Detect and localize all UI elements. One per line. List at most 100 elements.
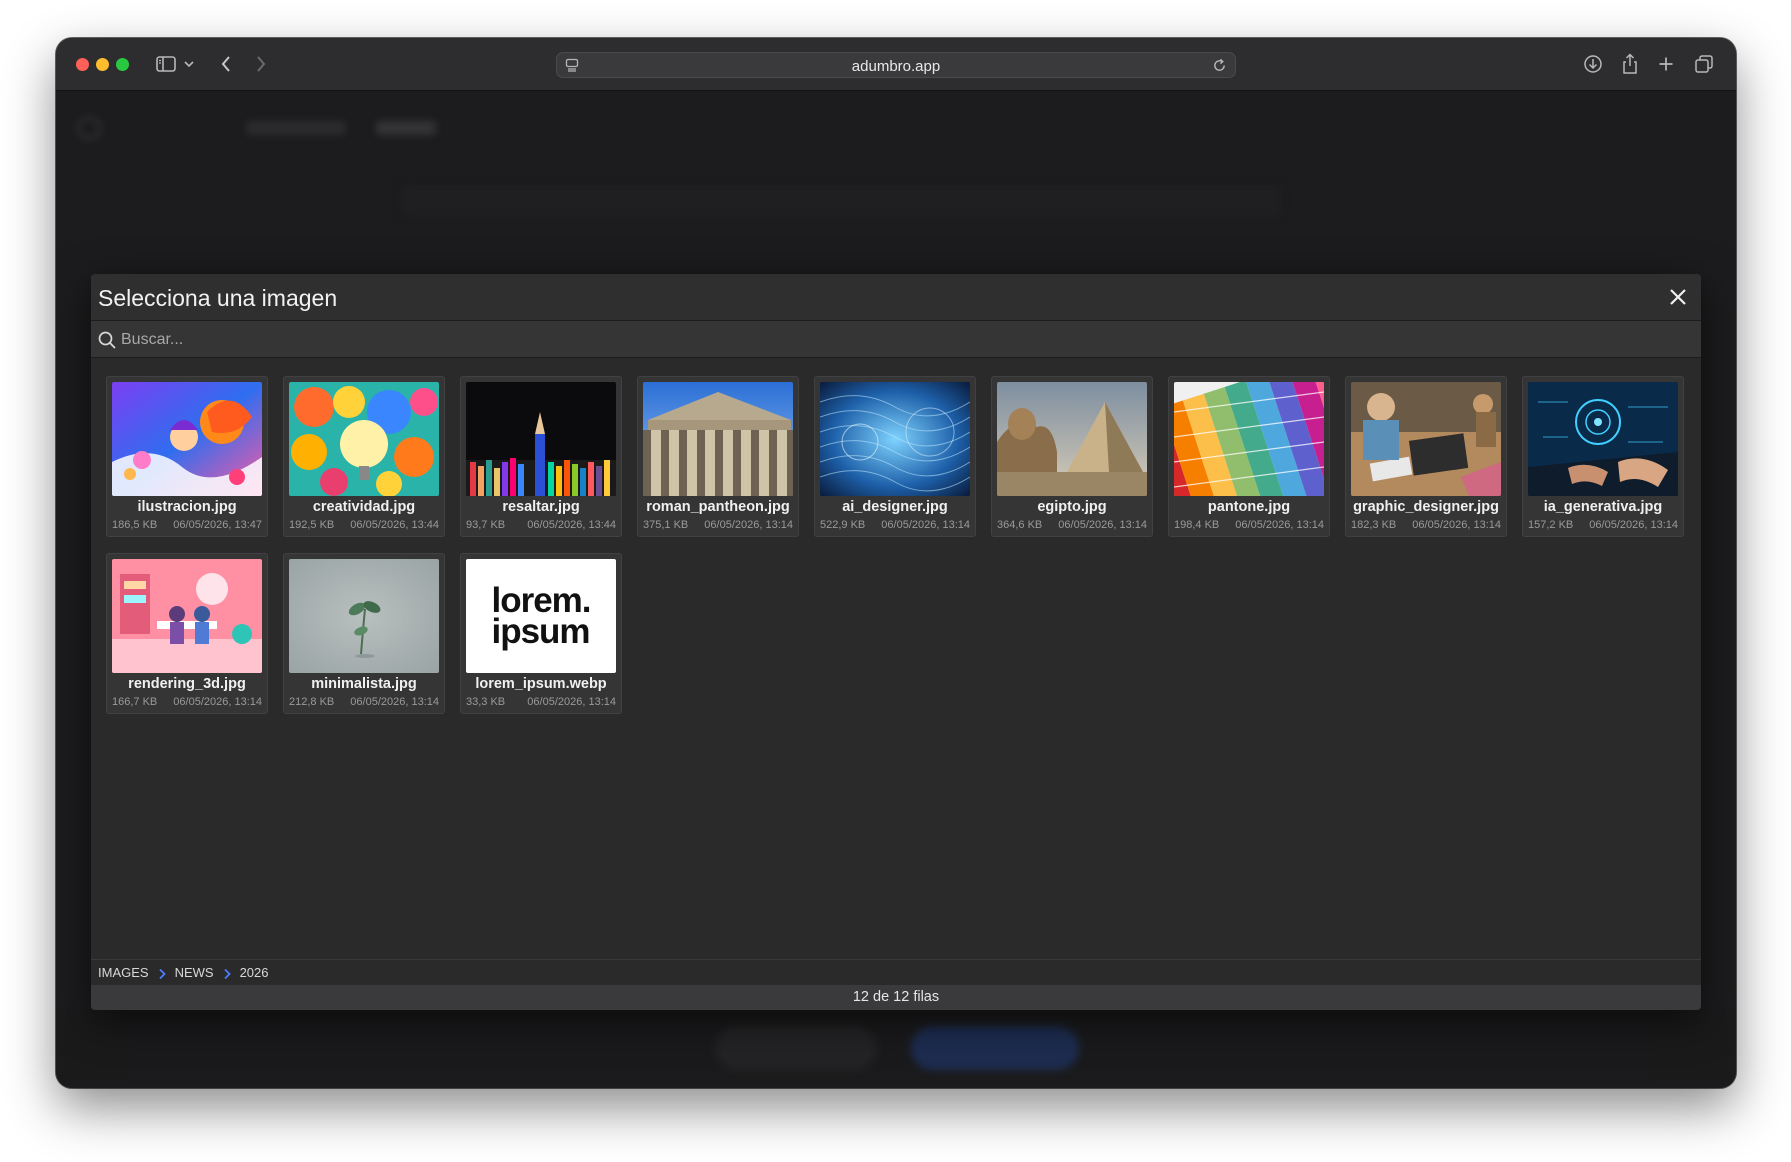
image-size: 192,5 KB bbox=[289, 519, 335, 531]
sidebar-toggle-icon[interactable] bbox=[154, 52, 178, 76]
image-name: ai_designer.jpg bbox=[842, 499, 948, 515]
image-card[interactable]: ia_generativa.jpg 157,2 KB 06/05/2026, 1… bbox=[1522, 376, 1684, 537]
image-thumbnail-resaltar bbox=[466, 382, 616, 496]
image-name: pantone.jpg bbox=[1207, 499, 1291, 515]
image-thumbnail-lorem-ipsum: lorem. ipsum bbox=[466, 559, 616, 673]
background-accept-button bbox=[911, 1026, 1079, 1070]
image-date: 06/05/2026, 13:14 bbox=[1412, 519, 1501, 531]
browser-window: adumbro.app ⬡ Selecciona una imagen Busc… bbox=[56, 38, 1736, 1088]
forward-icon[interactable] bbox=[251, 52, 271, 76]
image-date: 06/05/2026, 13:14 bbox=[1235, 519, 1324, 531]
thumbnail-text-line: ipsum bbox=[491, 612, 590, 651]
image-meta: 33,3 KB 06/05/2026, 13:14 bbox=[466, 696, 616, 708]
modal-header: Selecciona una imagen bbox=[91, 274, 1701, 321]
image-size: 522,9 KB bbox=[820, 519, 866, 531]
back-icon[interactable] bbox=[216, 52, 236, 76]
image-card[interactable]: lorem. ipsum lorem_ipsum.webp 33,3 KB 06… bbox=[460, 553, 622, 714]
image-thumbnail-creatividad bbox=[289, 382, 439, 496]
image-meta: 198,4 KB 06/05/2026, 13:14 bbox=[1174, 519, 1324, 531]
image-size: 186,5 KB bbox=[112, 519, 158, 531]
image-card[interactable]: creatividad.jpg 192,5 KB 06/05/2026, 13:… bbox=[283, 376, 445, 537]
image-name: ilustracion.jpg bbox=[137, 499, 237, 515]
close-window-button[interactable] bbox=[76, 58, 89, 71]
image-thumbnail-ia-generativa bbox=[1528, 382, 1678, 496]
image-meta: 157,2 KB 06/05/2026, 13:14 bbox=[1528, 519, 1678, 531]
tab-overview-icon[interactable] bbox=[1692, 52, 1716, 76]
image-name: resaltar.jpg bbox=[502, 499, 580, 515]
image-size: 182,3 KB bbox=[1351, 519, 1397, 531]
image-date: 06/05/2026, 13:14 bbox=[881, 519, 970, 531]
reload-icon[interactable] bbox=[1212, 58, 1227, 78]
image-card[interactable]: graphic_designer.jpg 182,3 KB 06/05/2026… bbox=[1345, 376, 1507, 537]
image-meta: 212,8 KB 06/05/2026, 13:14 bbox=[289, 696, 439, 708]
background-field bbox=[401, 186, 1281, 216]
search-input[interactable] bbox=[121, 325, 1681, 354]
image-size: 93,7 KB bbox=[466, 519, 506, 531]
image-name: rendering_3d.jpg bbox=[128, 676, 246, 692]
image-meta: 522,9 KB 06/05/2026, 13:14 bbox=[820, 519, 970, 531]
image-card[interactable]: resaltar.jpg 93,7 KB 06/05/2026, 13:44 bbox=[460, 376, 622, 537]
new-tab-icon[interactable] bbox=[1654, 52, 1678, 76]
image-card[interactable]: egipto.jpg 364,6 KB 06/05/2026, 13:14 bbox=[991, 376, 1153, 537]
image-thumbnail-egipto bbox=[997, 382, 1147, 496]
row-count-status: 12 de 12 filas bbox=[91, 985, 1701, 1010]
image-date: 06/05/2026, 13:14 bbox=[527, 696, 616, 708]
close-icon[interactable] bbox=[1665, 284, 1691, 310]
share-icon[interactable] bbox=[1618, 52, 1642, 76]
breadcrumb-item-images[interactable]: IMAGES bbox=[98, 965, 149, 980]
image-card[interactable]: pantone.jpg 198,4 KB 06/05/2026, 13:14 bbox=[1168, 376, 1330, 537]
image-picker-modal: Selecciona una imagen Buscar... ilustrac… bbox=[91, 274, 1701, 1010]
background-footer bbox=[56, 1008, 1736, 1088]
background-breadcrumb-current bbox=[376, 121, 436, 135]
image-thumbnail-ai-designer bbox=[820, 382, 970, 496]
search-icon bbox=[97, 330, 117, 350]
image-name: minimalista.jpg bbox=[311, 676, 417, 692]
image-card[interactable]: ilustracion.jpg 186,5 KB 06/05/2026, 13:… bbox=[106, 376, 268, 537]
image-size: 212,8 KB bbox=[289, 696, 335, 708]
image-name: ia_generativa.jpg bbox=[1543, 499, 1663, 515]
image-size: 157,2 KB bbox=[1528, 519, 1574, 531]
image-card[interactable]: minimalista.jpg 212,8 KB 06/05/2026, 13:… bbox=[283, 553, 445, 714]
chevron-down-icon[interactable] bbox=[182, 52, 196, 76]
background-logo: ⬡ bbox=[76, 112, 103, 145]
image-thumbnail-rendering-3d bbox=[112, 559, 262, 673]
image-date: 06/05/2026, 13:44 bbox=[527, 519, 616, 531]
image-grid: ilustracion.jpg 186,5 KB 06/05/2026, 13:… bbox=[106, 376, 1696, 714]
breadcrumb-item-2026[interactable]: 2026 bbox=[240, 965, 269, 980]
address-bar[interactable]: adumbro.app bbox=[556, 52, 1236, 78]
image-size: 33,3 KB bbox=[466, 696, 506, 708]
image-thumbnail-roman-pantheon bbox=[643, 382, 793, 496]
image-card[interactable]: ai_designer.jpg 522,9 KB 06/05/2026, 13:… bbox=[814, 376, 976, 537]
image-meta: 192,5 KB 06/05/2026, 13:44 bbox=[289, 519, 439, 531]
image-date: 06/05/2026, 13:14 bbox=[1589, 519, 1678, 531]
image-name: graphic_designer.jpg bbox=[1353, 499, 1499, 515]
maximize-window-button[interactable] bbox=[116, 58, 129, 71]
browser-toolbar: adumbro.app bbox=[56, 38, 1736, 91]
background-cancel-button bbox=[716, 1026, 876, 1070]
chevron-right-icon bbox=[222, 967, 232, 979]
background-breadcrumb bbox=[246, 121, 346, 135]
breadcrumb-item-news[interactable]: NEWS bbox=[175, 965, 214, 980]
image-date: 06/05/2026, 13:47 bbox=[173, 519, 262, 531]
image-name: egipto.jpg bbox=[1037, 499, 1107, 515]
image-size: 375,1 KB bbox=[643, 519, 689, 531]
image-name: creatividad.jpg bbox=[312, 499, 416, 515]
image-card[interactable]: roman_pantheon.jpg 375,1 KB 06/05/2026, … bbox=[637, 376, 799, 537]
image-date: 06/05/2026, 13:14 bbox=[350, 696, 439, 708]
image-meta: 93,7 KB 06/05/2026, 13:44 bbox=[466, 519, 616, 531]
image-size: 166,7 KB bbox=[112, 696, 158, 708]
image-meta: 364,6 KB 06/05/2026, 13:14 bbox=[997, 519, 1147, 531]
minimize-window-button[interactable] bbox=[96, 58, 109, 71]
modal-title: Selecciona una imagen bbox=[98, 285, 338, 311]
image-date: 06/05/2026, 13:14 bbox=[173, 696, 262, 708]
image-size: 198,4 KB bbox=[1174, 519, 1220, 531]
download-icon[interactable] bbox=[1581, 52, 1605, 76]
image-date: 06/05/2026, 13:14 bbox=[1058, 519, 1147, 531]
chevron-right-icon bbox=[157, 967, 167, 979]
url-text: adumbro.app bbox=[851, 58, 941, 75]
image-size: 364,6 KB bbox=[997, 519, 1043, 531]
image-card[interactable]: rendering_3d.jpg 166,7 KB 06/05/2026, 13… bbox=[106, 553, 268, 714]
image-name: lorem_ipsum.webp bbox=[475, 676, 607, 692]
background-app: ⬡ Selecciona una imagen Buscar... ilustr… bbox=[56, 91, 1736, 1088]
image-name: roman_pantheon.jpg bbox=[646, 499, 790, 515]
